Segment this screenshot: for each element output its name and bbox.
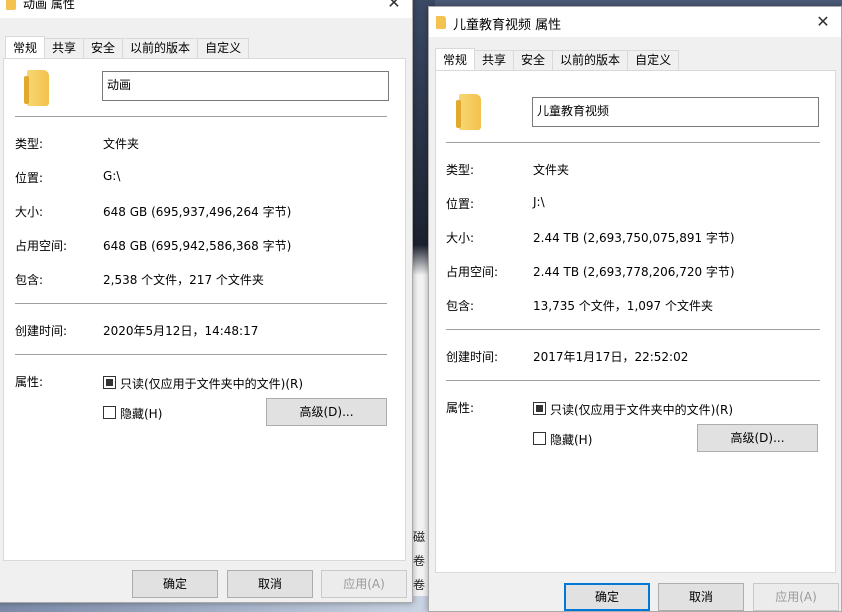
tab-general[interactable]: 常规 (435, 48, 476, 70)
hidden-label: 隐藏(H) (120, 407, 163, 421)
background-text: 卷 (413, 554, 426, 568)
cancel-button[interactable]: 取消 (658, 583, 744, 611)
readonly-label: 只读(仅应用于文件夹中的文件)(R) (120, 377, 304, 391)
folder-icon (456, 94, 481, 130)
divider (15, 303, 387, 304)
properties-dialog-children-videos: 儿童教育视频 属性 ✕ 常规 共享 安全 以前的版本 自定义 儿童教育视频 类型… (428, 6, 842, 612)
tab-bar: 常规 共享 安全 以前的版本 自定义 (435, 48, 680, 70)
location-label: 位置: (15, 171, 44, 185)
cancel-button[interactable]: 取消 (227, 570, 313, 598)
divider (446, 142, 820, 143)
location-value: J:\ (533, 195, 545, 209)
tab-sharing[interactable]: 共享 (474, 50, 515, 70)
folder-icon (436, 16, 446, 29)
hidden-checkbox[interactable] (103, 406, 116, 419)
tab-customize[interactable]: 自定义 (627, 50, 680, 70)
properties-dialog-animation: 动画 属性 ✕ 常规 共享 安全 以前的版本 自定义 动画 类型: 文件夹 位置… (0, 0, 413, 603)
ok-button[interactable]: 确定 (564, 583, 650, 611)
divider (446, 329, 820, 330)
attributes-label: 属性: (15, 375, 44, 389)
tab-security[interactable]: 安全 (513, 50, 554, 70)
contains-label: 包含: (15, 273, 44, 287)
contains-value: 2,538 个文件，217 个文件夹 (103, 273, 264, 287)
size-value: 648 GB (695,937,496,264 字节) (103, 205, 292, 219)
advanced-button[interactable]: 高级(D)... (697, 424, 818, 452)
type-value: 文件夹 (533, 163, 570, 177)
type-label: 类型: (15, 137, 44, 151)
type-value: 文件夹 (103, 137, 140, 151)
tab-security[interactable]: 安全 (83, 38, 124, 58)
location-label: 位置: (446, 197, 475, 211)
size-label: 大小: (446, 231, 475, 245)
readonly-checkbox[interactable] (103, 376, 116, 389)
hidden-checkbox[interactable] (533, 432, 546, 445)
divider (15, 116, 387, 117)
folder-name-input[interactable]: 儿童教育视频 (532, 97, 819, 127)
folder-icon (6, 0, 16, 10)
tab-general[interactable]: 常规 (5, 36, 46, 58)
window-title: 儿童教育视频 属性 (453, 18, 562, 33)
type-label: 类型: (446, 163, 475, 177)
apply-button[interactable]: 应用(A) (321, 570, 407, 598)
title-bar[interactable]: 儿童教育视频 属性 ✕ (429, 7, 841, 37)
contains-value: 13,735 个文件，1,097 个文件夹 (533, 299, 713, 313)
created-value: 2017年1月17日，22:52:02 (533, 350, 689, 364)
window-title: 动画 属性 (23, 0, 75, 11)
size-on-disk-label: 占用空间: (446, 265, 499, 279)
size-on-disk-value: 648 GB (695,942,586,368 字节) (103, 239, 292, 253)
readonly-checkbox[interactable] (533, 402, 546, 415)
close-button[interactable]: ✕ (376, 0, 412, 18)
tab-bar: 常规 共享 安全 以前的版本 自定义 (5, 36, 250, 58)
tab-customize[interactable]: 自定义 (197, 38, 250, 58)
hidden-label: 隐藏(H) (550, 433, 593, 447)
tab-previous-versions[interactable]: 以前的版本 (122, 38, 199, 58)
close-button[interactable]: ✕ (805, 7, 841, 37)
readonly-label: 只读(仅应用于文件夹中的文件)(R) (550, 403, 734, 417)
tab-previous-versions[interactable]: 以前的版本 (552, 50, 629, 70)
created-label: 创建时间: (446, 350, 499, 364)
background-text: 卷 (413, 578, 426, 592)
general-panel: 儿童教育视频 类型: 文件夹 位置: J:\ 大小: 2.44 TB (2,69… (435, 70, 836, 573)
apply-button[interactable]: 应用(A) (753, 583, 839, 611)
folder-name-input[interactable]: 动画 (102, 71, 389, 101)
created-value: 2020年5月12日，14:48:17 (103, 324, 259, 338)
location-value: G:\ (103, 169, 121, 183)
advanced-button[interactable]: 高级(D)... (266, 398, 387, 426)
size-value: 2.44 TB (2,693,750,075,891 字节) (533, 231, 735, 245)
divider (446, 380, 820, 381)
ok-button[interactable]: 确定 (132, 570, 218, 598)
attributes-label: 属性: (446, 401, 475, 415)
title-bar[interactable]: 动画 属性 ✕ (0, 0, 412, 18)
size-on-disk-label: 占用空间: (15, 239, 68, 253)
contains-label: 包含: (446, 299, 475, 313)
tab-sharing[interactable]: 共享 (44, 38, 85, 58)
folder-icon (24, 70, 49, 106)
created-label: 创建时间: (15, 324, 68, 338)
background-text: 磁 (413, 530, 426, 544)
divider (15, 354, 387, 355)
general-panel: 动画 类型: 文件夹 位置: G:\ 大小: 648 GB (695,937,4… (3, 58, 406, 561)
size-on-disk-value: 2.44 TB (2,693,778,206,720 字节) (533, 265, 735, 279)
size-label: 大小: (15, 205, 44, 219)
